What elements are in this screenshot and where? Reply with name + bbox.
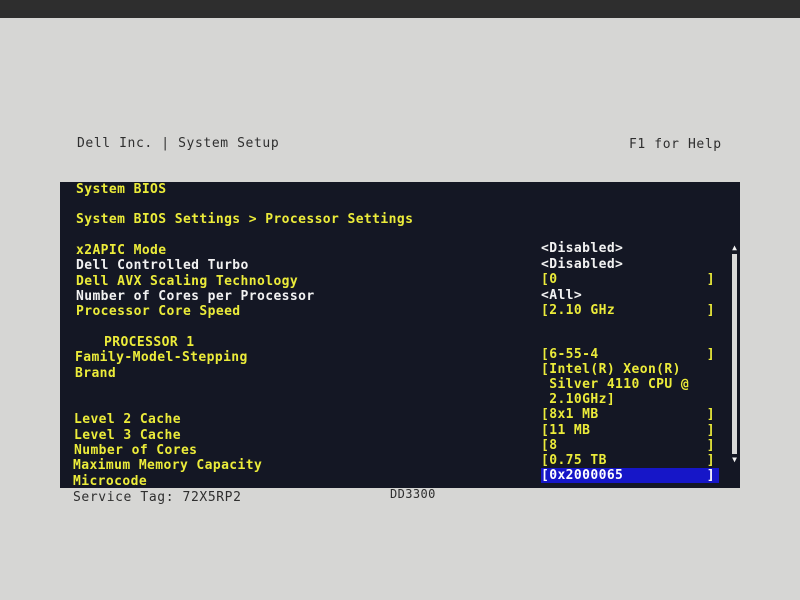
family-model-stepping-label: Family-Model-Stepping xyxy=(75,350,248,365)
up-arrow-icon[interactable]: ▲ xyxy=(730,244,739,252)
setting-dell-turbo-value[interactable]: <Disabled> xyxy=(541,257,719,272)
processor-heading: PROCESSOR 1 xyxy=(104,335,195,350)
section-title: System BIOS xyxy=(76,182,167,197)
setting-core-speed-value: [2.10 GHz ] xyxy=(541,303,715,318)
setting-x2apic-label[interactable]: x2APIC Mode xyxy=(76,243,167,258)
setting-avx-value: [0 ] xyxy=(541,272,715,287)
setting-cores-per-processor-label[interactable]: Number of Cores per Processor xyxy=(76,289,315,304)
microcode-value[interactable]: [0x2000065 ] xyxy=(541,468,719,483)
brand-value-line-1: [Intel(R) Xeon(R) xyxy=(541,362,681,377)
setting-cores-per-processor-value[interactable]: <All> xyxy=(541,288,719,303)
family-model-stepping-value: [6-55-4 ] xyxy=(541,347,715,362)
breadcrumb: System BIOS Settings > Processor Setting… xyxy=(76,212,414,227)
service-tag: Service Tag: 72X5RP2 xyxy=(73,490,242,505)
number-of-cores-label: Number of Cores xyxy=(74,443,198,458)
level2-cache-value: [8x1 MB ] xyxy=(541,407,715,422)
microcode-label[interactable]: Microcode xyxy=(73,474,147,488)
setting-dell-turbo-label[interactable]: Dell Controlled Turbo xyxy=(76,258,249,273)
setting-core-speed-label[interactable]: Processor Core Speed xyxy=(76,304,241,319)
down-arrow-icon[interactable]: ▼ xyxy=(730,456,739,464)
level3-cache-value: [11 MB ] xyxy=(541,423,715,438)
setting-avx-label[interactable]: Dell AVX Scaling Technology xyxy=(76,274,298,289)
model-number: DD3300 xyxy=(390,487,436,501)
max-memory-capacity-label: Maximum Memory Capacity xyxy=(73,458,263,473)
help-hint[interactable]: F1 for Help xyxy=(629,137,722,152)
scrollbar[interactable]: ▲ ▼ xyxy=(730,244,739,464)
header-title: Dell Inc. | System Setup xyxy=(77,136,280,151)
level3-cache-label: Level 3 Cache xyxy=(74,428,181,443)
brand-label: Brand xyxy=(75,366,117,381)
monitor-top-bezel xyxy=(0,0,800,18)
brand-value-line-3: 2.10GHz] xyxy=(541,392,616,407)
number-of-cores-value: [8 ] xyxy=(541,438,715,453)
bios-panel: System BIOS System BIOS Settings > Proce… xyxy=(60,182,740,488)
level2-cache-label: Level 2 Cache xyxy=(74,412,181,427)
brand-value-line-2: Silver 4110 CPU @ xyxy=(541,377,690,392)
max-memory-capacity-value: [0.75 TB ] xyxy=(541,453,715,468)
setting-x2apic-value[interactable]: <Disabled> xyxy=(541,241,719,256)
scroll-track[interactable] xyxy=(732,254,737,454)
